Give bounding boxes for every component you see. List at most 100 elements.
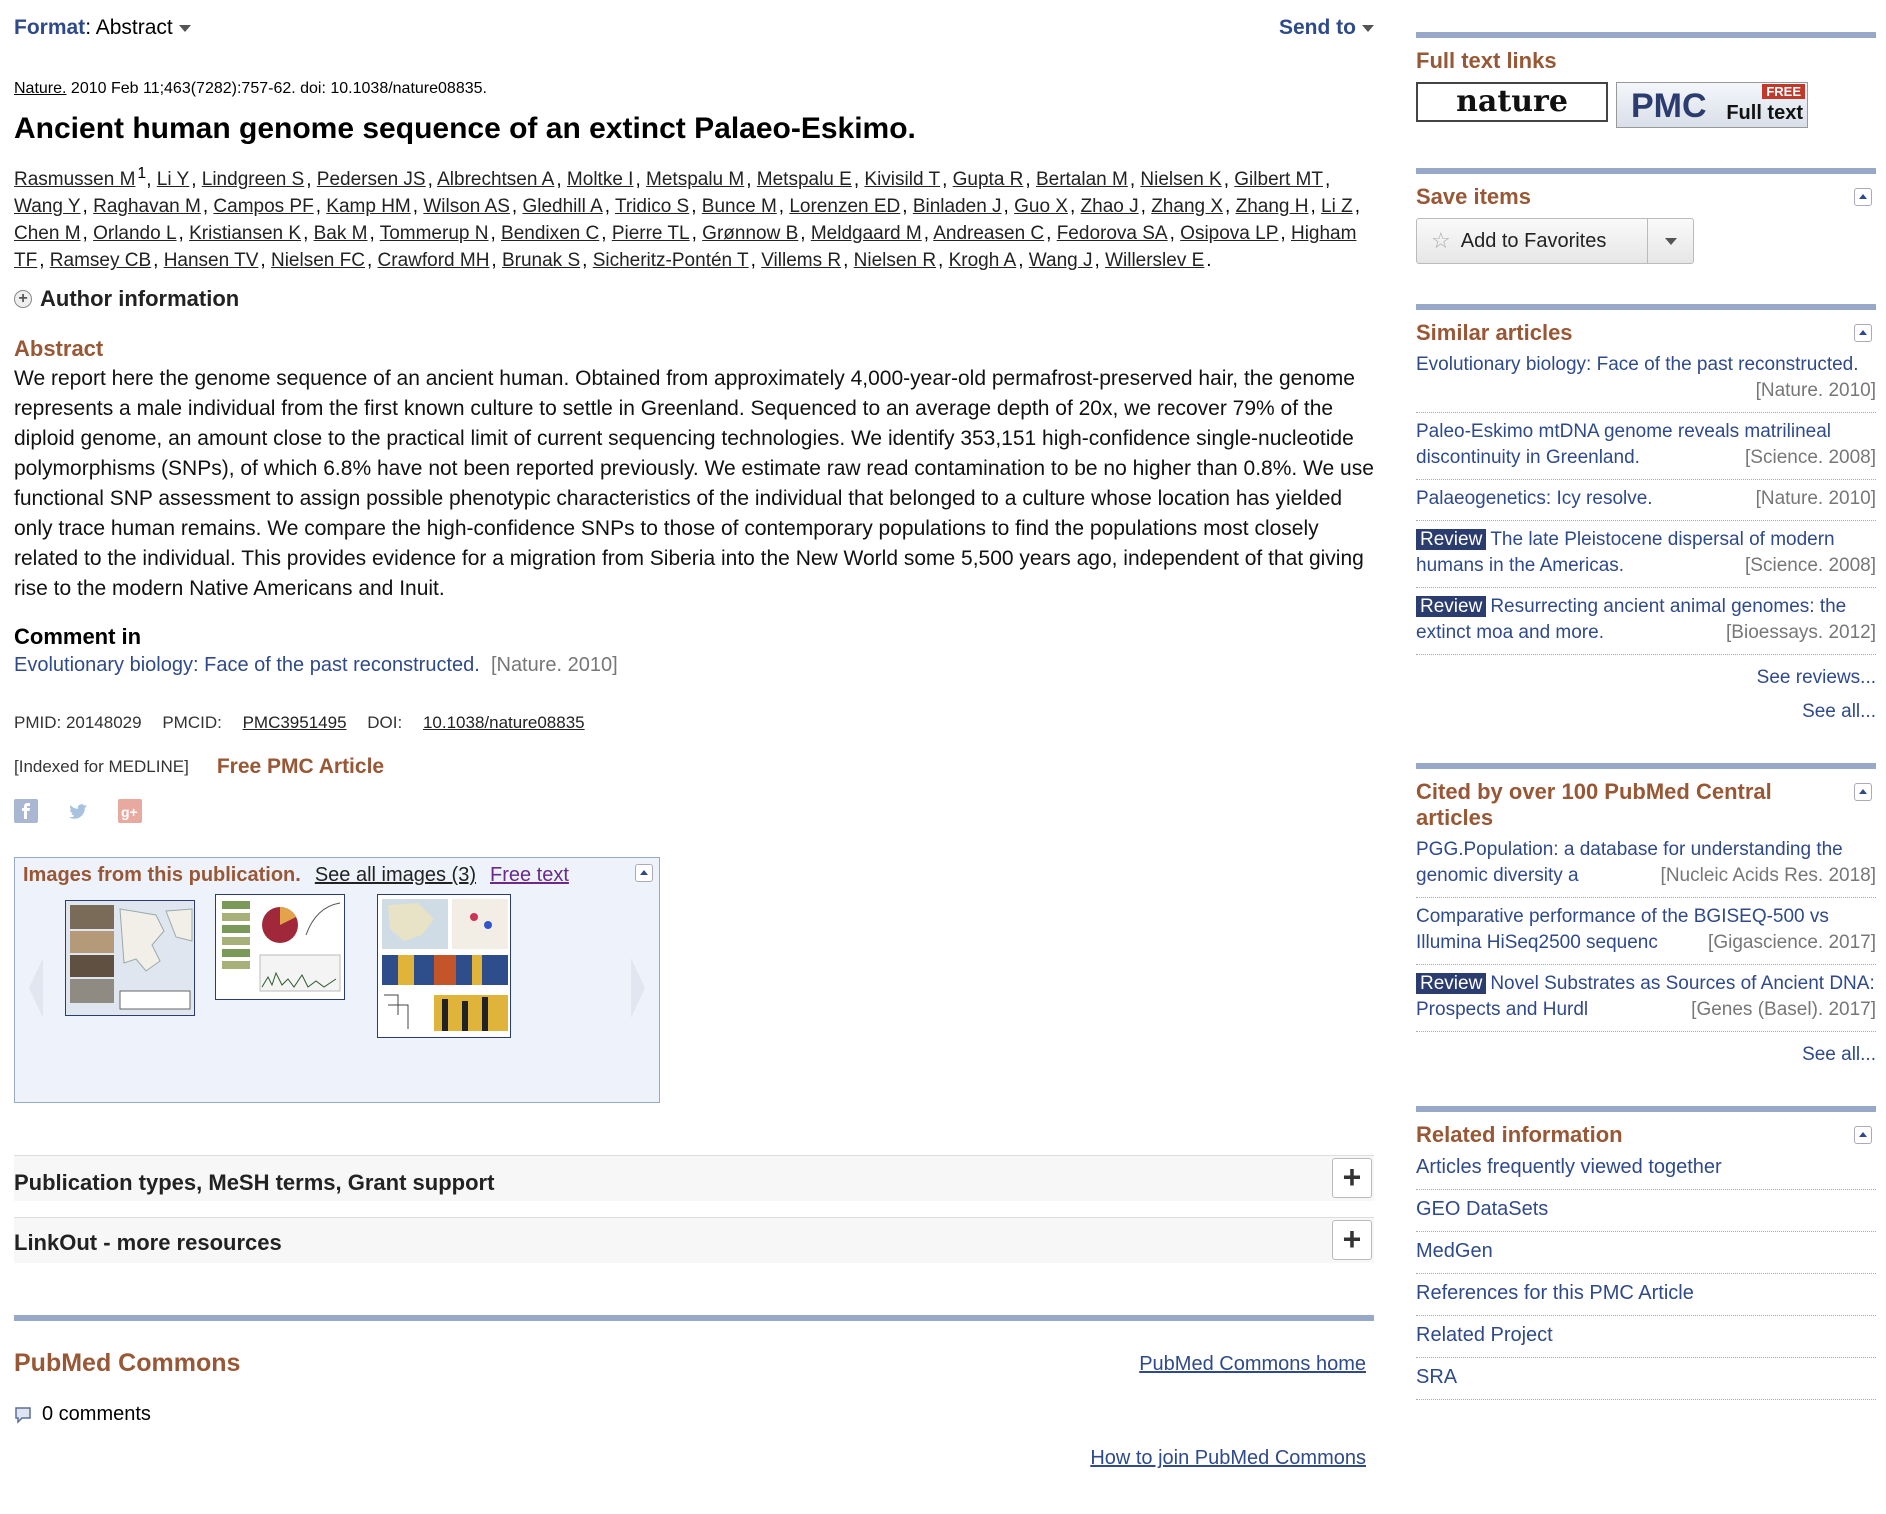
article-title-link[interactable]: Palaeogenetics: Icy resolve.	[1416, 488, 1653, 509]
author-link[interactable]: Bunce M	[702, 196, 777, 217]
free-text-link[interactable]: Free text	[490, 864, 569, 887]
next-arrow-icon[interactable]	[631, 958, 645, 1019]
google-plus-icon[interactable]: g+	[118, 798, 142, 828]
favorites-dropdown[interactable]	[1647, 219, 1693, 263]
author-link[interactable]: Pierre TL	[612, 223, 690, 244]
figure-thumbnail-3[interactable]	[377, 894, 511, 1039]
collapse-icon[interactable]	[1854, 188, 1872, 206]
pmc-full-text-link[interactable]: PMC FREE Full text	[1616, 82, 1808, 128]
figure-thumbnail-2[interactable]	[215, 894, 345, 1001]
author-link[interactable]: Kivisild T	[864, 169, 940, 190]
linkout-section[interactable]: LinkOut - more resources +	[14, 1217, 1374, 1264]
author-link[interactable]: Ramsey CB	[50, 250, 151, 271]
collapse-icon[interactable]	[1854, 324, 1872, 342]
send-to-dropdown[interactable]: Send to	[1279, 16, 1374, 40]
affiliation-sup[interactable]: 1	[137, 165, 146, 182]
author-link[interactable]: Bak M	[314, 223, 368, 244]
free-pmc-article-link[interactable]: Free PMC Article	[217, 755, 384, 779]
see-all-similar-link[interactable]: See all...	[1416, 701, 1876, 723]
author-link[interactable]: Lorenzen ED	[789, 196, 900, 217]
author-link[interactable]: Tommerup N	[380, 223, 489, 244]
author-link[interactable]: Bendixen C	[501, 223, 599, 244]
author-link[interactable]: Metspalu E	[757, 169, 852, 190]
author-link[interactable]: Albrechtsen A	[437, 169, 554, 190]
author-link[interactable]: Nielsen FC	[271, 250, 365, 271]
author-link[interactable]: Binladen J	[913, 196, 1002, 217]
related-information-link[interactable]: SRA	[1416, 1358, 1876, 1400]
author-link[interactable]: Hansen TV	[164, 250, 259, 271]
expand-plus-icon[interactable]: +	[1332, 1158, 1372, 1199]
author-link[interactable]: Moltke I	[567, 169, 634, 190]
author-link[interactable]: Zhang X	[1151, 196, 1223, 217]
journal-link[interactable]: Nature.	[14, 80, 66, 97]
expand-plus-icon[interactable]: +	[1332, 1220, 1372, 1261]
author-link[interactable]: Li Y	[157, 169, 189, 190]
doi-link[interactable]: 10.1038/nature08835	[423, 713, 585, 732]
previous-arrow-icon[interactable]	[29, 958, 43, 1019]
author-link[interactable]: Nielsen R	[854, 250, 936, 271]
author-link[interactable]: Gledhill A	[522, 196, 602, 217]
article-item[interactable]: PGG.Population: a database for understan…	[1416, 831, 1876, 898]
figure-thumbnail-1[interactable]	[65, 900, 195, 1017]
author-link[interactable]: Willerslev E	[1105, 250, 1204, 271]
article-item[interactable]: Evolutionary biology: Face of the past r…	[1416, 346, 1876, 413]
author-link[interactable]: Rasmussen M	[14, 169, 135, 190]
author-link[interactable]: Pedersen JS	[317, 169, 426, 190]
pmcid-link[interactable]: PMC3951495	[243, 713, 347, 732]
author-link[interactable]: Tridico S	[615, 196, 689, 217]
author-link[interactable]: Kamp HM	[326, 196, 410, 217]
format-dropdown[interactable]: Format: Abstract	[14, 16, 191, 40]
author-link[interactable]: Gilbert MT	[1234, 169, 1323, 190]
article-item[interactable]: Palaeogenetics: Icy resolve. [Nature. 20…	[1416, 480, 1876, 521]
comment-in-link[interactable]: Evolutionary biology: Face of the past r…	[14, 654, 480, 676]
author-information-toggle[interactable]: + Author information	[14, 286, 1374, 312]
author-link[interactable]: Raghavan M	[93, 196, 201, 217]
twitter-icon[interactable]	[66, 799, 90, 828]
see-all-cited-link[interactable]: See all...	[1416, 1044, 1876, 1066]
author-link[interactable]: Sicheritz-Pontén T	[593, 250, 749, 271]
author-link[interactable]: Osipova LP	[1180, 223, 1278, 244]
author-link[interactable]: Nielsen K	[1140, 169, 1221, 190]
author-link[interactable]: Villems R	[761, 250, 841, 271]
author-link[interactable]: Wang J	[1029, 250, 1093, 271]
related-information-link[interactable]: References for this PMC Article	[1416, 1274, 1876, 1316]
commons-home-link[interactable]: PubMed Commons home	[1139, 1353, 1366, 1376]
author-link[interactable]: Crawford MH	[378, 250, 490, 271]
author-link[interactable]: Krogh A	[949, 250, 1017, 271]
related-information-link[interactable]: GEO DataSets	[1416, 1190, 1876, 1232]
author-link[interactable]: Zhang H	[1236, 196, 1309, 217]
related-information-link[interactable]: Articles frequently viewed together	[1416, 1148, 1876, 1190]
author-link[interactable]: Li Z	[1321, 196, 1353, 217]
nature-full-text-link[interactable]: nature	[1416, 82, 1608, 122]
author-link[interactable]: Chen M	[14, 223, 81, 244]
author-link[interactable]: Wang Y	[14, 196, 81, 217]
author-link[interactable]: Bertalan M	[1036, 169, 1128, 190]
article-item[interactable]: Paleo-Eskimo mtDNA genome reveals matril…	[1416, 413, 1876, 480]
related-information-link[interactable]: MedGen	[1416, 1232, 1876, 1274]
author-link[interactable]: Lindgreen S	[202, 169, 304, 190]
author-link[interactable]: Campos PF	[213, 196, 313, 217]
article-item[interactable]: Review Novel Substrates as Sources of Anc…	[1416, 965, 1876, 1032]
author-link[interactable]: Meldgaard M	[811, 223, 922, 244]
article-item[interactable]: Review Resurrecting ancient animal genome…	[1416, 588, 1876, 655]
collapse-icon[interactable]	[1854, 1126, 1872, 1144]
article-item[interactable]: Review The late Pleistocene dispersal of …	[1416, 521, 1876, 588]
author-link[interactable]: Gupta R	[953, 169, 1024, 190]
facebook-icon[interactable]	[14, 798, 38, 828]
see-all-images-link[interactable]: See all images (3)	[315, 864, 476, 887]
author-link[interactable]: Brunak S	[502, 250, 580, 271]
author-link[interactable]: Fedorova SA	[1057, 223, 1168, 244]
author-link[interactable]: Zhao J	[1081, 196, 1139, 217]
article-item[interactable]: Comparative performance of the BGISEQ-50…	[1416, 898, 1876, 965]
author-link[interactable]: Orlando L	[93, 223, 176, 244]
author-link[interactable]: Wilson AS	[423, 196, 510, 217]
see-reviews-link[interactable]: See reviews...	[1416, 667, 1876, 689]
author-link[interactable]: Grønnow B	[702, 223, 798, 244]
related-information-link[interactable]: Related Project	[1416, 1316, 1876, 1358]
publication-types-section[interactable]: Publication types, MeSH terms, Grant sup…	[14, 1155, 1374, 1202]
join-commons-link[interactable]: How to join PubMed Commons	[1090, 1447, 1366, 1470]
article-title-link[interactable]: Evolutionary biology: Face of the past r…	[1416, 354, 1859, 375]
author-link[interactable]: Metspalu M	[646, 169, 744, 190]
collapse-icon[interactable]	[1854, 783, 1872, 801]
collapse-icon[interactable]	[635, 864, 653, 883]
